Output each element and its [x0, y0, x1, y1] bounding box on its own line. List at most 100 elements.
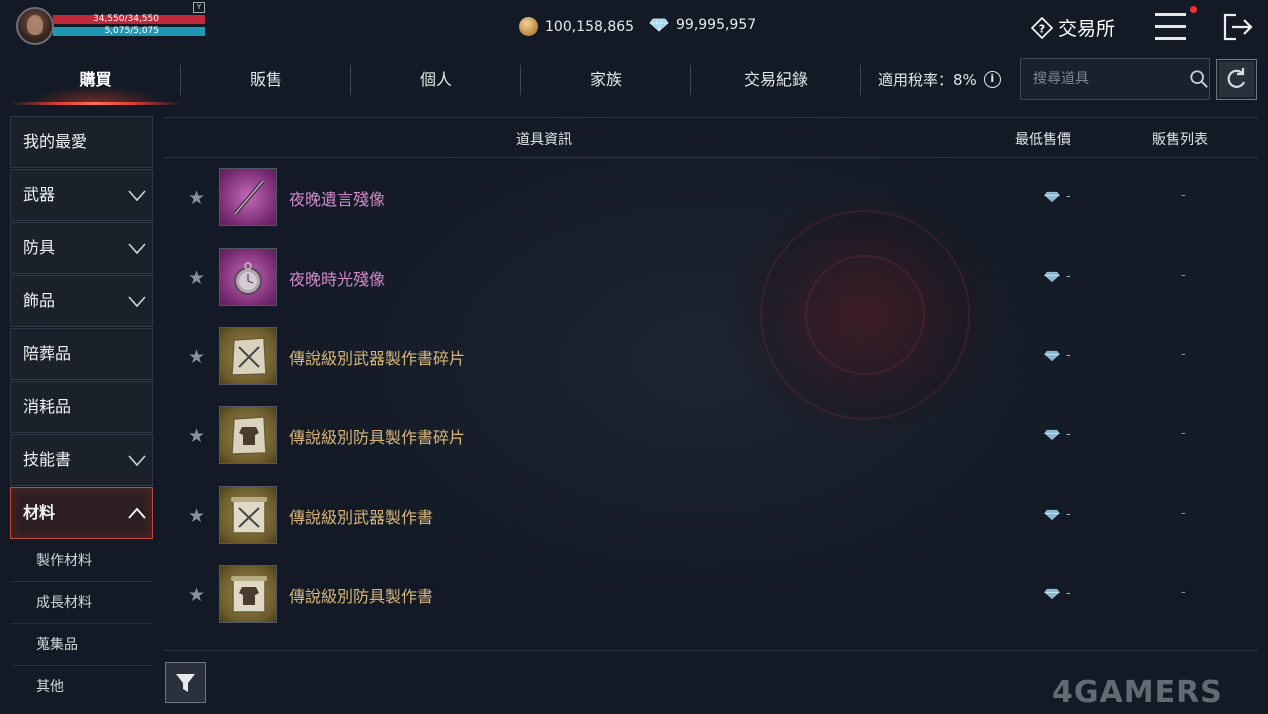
table-row[interactable]: ★ 傳說級別防具製作書 - -: [164, 555, 1258, 634]
category-grave-goods[interactable]: 陪葬品: [10, 328, 153, 380]
tab-sell[interactable]: 販售: [181, 60, 351, 104]
lowest-price: -: [1043, 427, 1071, 442]
hp-text: 34,550/34,550: [92, 14, 159, 24]
armor-scroll-fragment-icon: [219, 406, 277, 464]
item-name: 夜晚時光殘像: [289, 270, 386, 289]
tab-personal[interactable]: 個人: [351, 60, 521, 104]
subcategory-collectibles[interactable]: 蒐集品: [10, 624, 153, 666]
subcategory-growth-materials[interactable]: 成長材料: [10, 582, 153, 624]
diamond-icon: [1044, 350, 1060, 361]
favorite-star-icon[interactable]: ★: [188, 187, 205, 209]
listing-count: -: [1181, 347, 1186, 362]
tab-buy[interactable]: 購買: [10, 60, 181, 105]
category-materials[interactable]: 材料: [10, 487, 153, 539]
chevron-down-icon: [128, 190, 146, 202]
favorite-star-icon[interactable]: ★: [188, 346, 205, 368]
category-armor[interactable]: 防具: [10, 222, 153, 274]
search-icon[interactable]: [1189, 68, 1209, 90]
item-name: 夜晚遺言殘像: [289, 190, 386, 209]
lowest-price: -: [1043, 189, 1071, 204]
weapon-scroll-fragment-icon: [219, 327, 277, 385]
filter-icon: [176, 674, 195, 692]
category-consumables[interactable]: 消耗品: [10, 381, 153, 433]
lowest-price: -: [1043, 269, 1071, 284]
listing-count: -: [1181, 268, 1186, 283]
price-value: -: [1066, 427, 1071, 442]
favorite-star-icon[interactable]: ★: [188, 267, 205, 289]
favorite-star-icon[interactable]: ★: [188, 425, 205, 447]
watermark-logo: 4GAMERS: [1052, 675, 1223, 710]
diamond-currency: 99,995,957: [649, 17, 756, 33]
category-label: 材料: [23, 503, 56, 522]
subcategory-other[interactable]: 其他: [10, 666, 153, 708]
chevron-down-icon: [128, 243, 146, 255]
column-listings[interactable]: 販售列表: [1152, 129, 1208, 149]
info-icon[interactable]: i: [983, 71, 1001, 88]
chevron-down-icon: [128, 455, 146, 467]
category-label: 陪葬品: [23, 344, 72, 363]
category-accessories[interactable]: 飾品: [10, 275, 153, 327]
price-value: -: [1066, 507, 1071, 522]
favorite-star-icon[interactable]: ★: [188, 505, 205, 527]
table-row[interactable]: ★ 夜晚遺言殘像 - -: [164, 158, 1258, 237]
menu-icon[interactable]: [1155, 13, 1186, 40]
search-box: [1020, 58, 1210, 100]
subcategory-crafting-materials[interactable]: 製作材料: [10, 540, 153, 582]
mp-bar: 5,075/5,075: [53, 27, 205, 36]
item-name: 傳說級別武器製作書: [289, 508, 434, 527]
svg-text:?: ?: [1039, 22, 1045, 35]
favorite-star-icon[interactable]: ★: [188, 584, 205, 606]
help-diamond-icon[interactable]: ?: [1031, 16, 1053, 39]
exchange-title: ? 交易所: [1031, 14, 1115, 41]
diamond-icon: [1044, 509, 1060, 520]
price-value: -: [1066, 269, 1071, 284]
listing-count: -: [1181, 506, 1186, 521]
tab-bar: 購買 販售 個人 家族 交易紀錄: [10, 60, 1005, 105]
listing-count: -: [1181, 188, 1186, 203]
lowest-price: -: [1043, 507, 1071, 522]
category-weapons[interactable]: 武器: [10, 169, 153, 221]
item-name: 傳說級別武器製作書碎片: [289, 349, 466, 368]
table-bottom-divider: [164, 650, 1258, 651]
gold-currency: 100,158,865: [519, 17, 634, 36]
category-label: 武器: [23, 185, 56, 204]
column-lowest-price[interactable]: 最低售價: [1015, 129, 1071, 149]
gold-coin-icon: [519, 17, 538, 36]
tab-clan[interactable]: 家族: [521, 60, 691, 104]
refresh-button[interactable]: [1216, 59, 1257, 100]
price-value: -: [1066, 586, 1071, 601]
page-title: 交易所: [1058, 18, 1116, 40]
gold-amount: 100,158,865: [545, 18, 635, 35]
category-label: 技能書: [23, 450, 72, 469]
category-skill-books[interactable]: 技能書: [10, 434, 153, 486]
tax-rate-label: 適用稅率：8%: [878, 71, 977, 89]
table-row[interactable]: ★ 傳說級別武器製作書碎片 - -: [164, 317, 1258, 396]
diamond-icon: [1044, 429, 1060, 440]
sword-icon: [219, 168, 277, 226]
lowest-price: -: [1043, 586, 1071, 601]
tab-divider: [860, 65, 861, 95]
table-row[interactable]: ★ 夜晚時光殘像 - -: [164, 238, 1258, 317]
diamond-icon: [1044, 588, 1060, 599]
table-row[interactable]: ★ 傳說級別武器製作書 - -: [164, 476, 1258, 555]
category-label: 防具: [23, 238, 56, 257]
table-header: 道具資訊 最低售價 販售列表: [164, 117, 1258, 158]
refresh-icon: [1227, 68, 1246, 88]
filter-button[interactable]: [165, 662, 206, 703]
category-favorites[interactable]: 我的最愛: [10, 116, 153, 168]
hp-bar: 34,550/34,550: [53, 15, 205, 24]
tab-history[interactable]: 交易紀錄: [691, 60, 861, 104]
column-item-info: 道具資訊: [516, 132, 572, 148]
diamond-icon: [1044, 191, 1060, 202]
search-input[interactable]: [1033, 71, 1183, 87]
price-value: -: [1066, 348, 1071, 363]
diamond-icon: [1044, 271, 1060, 282]
armor-scroll-icon: [219, 565, 277, 623]
weapon-scroll-icon: [219, 486, 277, 544]
exit-icon[interactable]: [1222, 12, 1254, 42]
player-avatar[interactable]: [16, 7, 54, 45]
price-value: -: [1066, 189, 1071, 204]
item-name: 傳說級別防具製作書碎片: [289, 428, 466, 447]
table-row[interactable]: ★ 傳說級別防具製作書碎片 - -: [164, 396, 1258, 475]
pocket-watch-icon: [219, 248, 277, 306]
